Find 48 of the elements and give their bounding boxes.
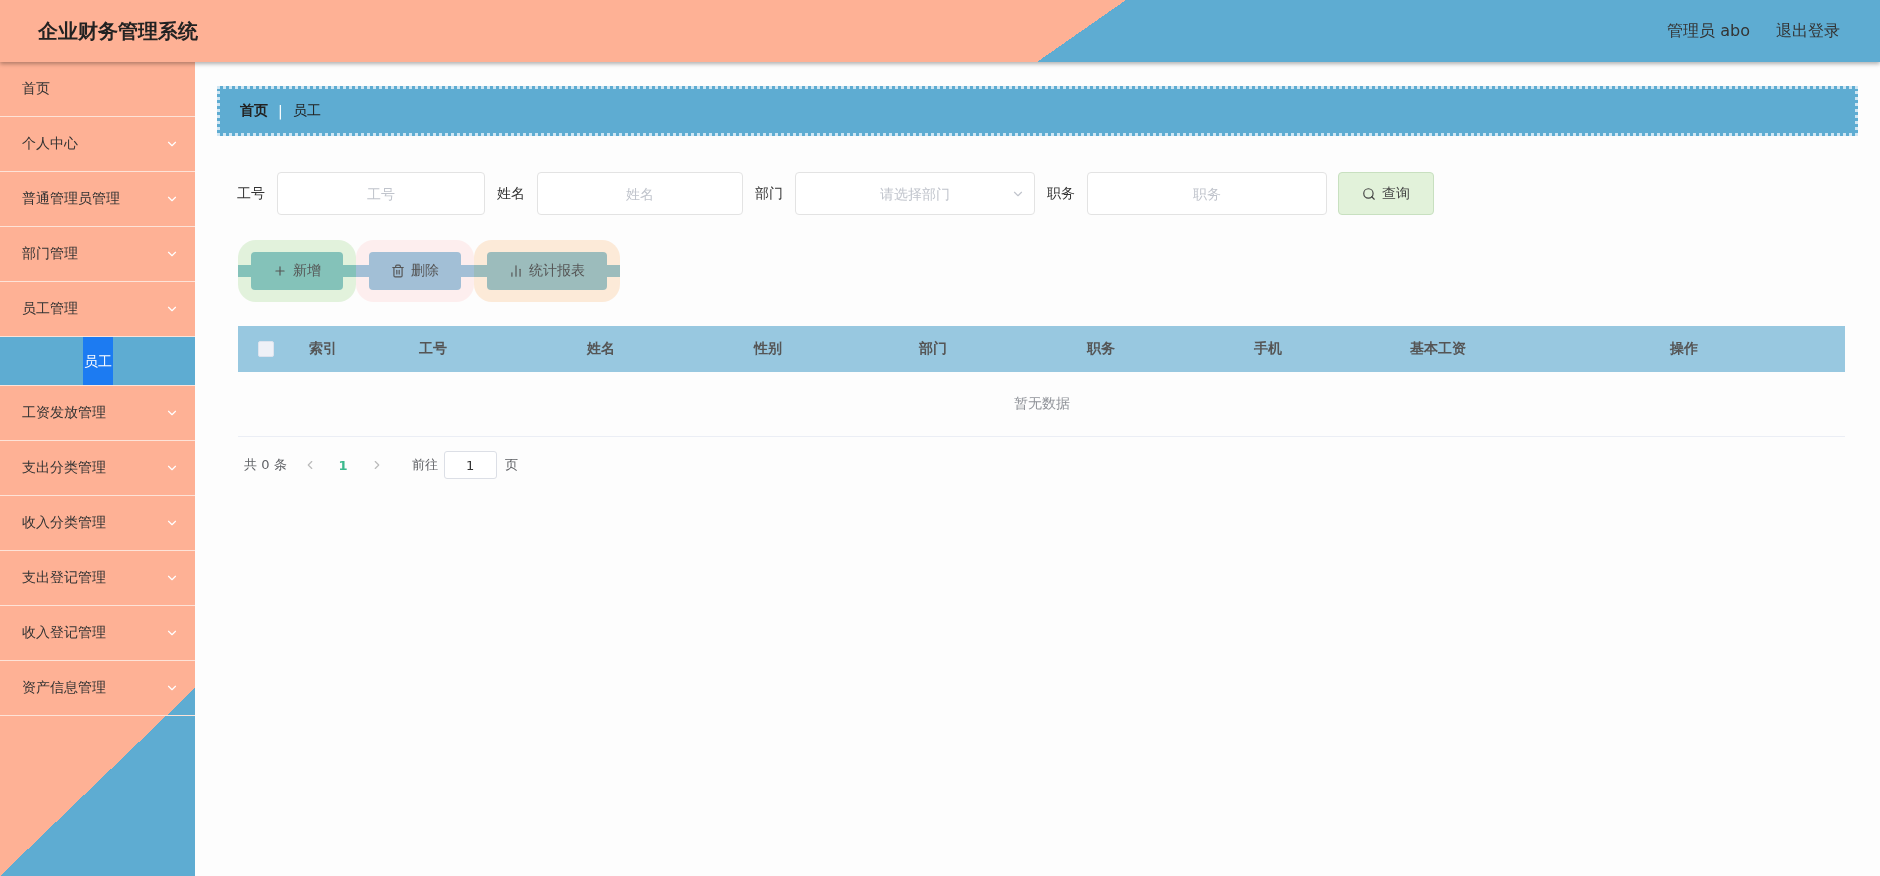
add-button[interactable]: 新增 [251,252,343,290]
column-header: 工号 [418,340,448,358]
field-label: 姓名 [497,184,525,203]
field-label: 部门 [755,184,783,203]
sidebar-item[interactable]: 支出分类管理 [0,441,195,496]
report-button[interactable]: 统计报表 [487,252,607,290]
logout-link[interactable]: 退出登录 [1776,20,1840,42]
trash-icon [391,264,405,278]
column-header: 部门 [918,340,948,358]
department-select[interactable]: 请选择部门 [795,172,1035,215]
page-suffix: 页 [504,456,518,474]
input-field[interactable]: 姓名 [537,172,743,215]
sidebar-item[interactable]: 个人中心 [0,117,195,172]
field-label: 职务 [1047,184,1075,203]
bar-chart-icon [509,264,523,278]
column-header: 操作 [1669,340,1699,358]
plus-icon [273,264,287,278]
column-header: 手机 [1253,340,1283,358]
sidebar-item[interactable]: 收入登记管理 [0,606,195,661]
breadcrumb-separator: | [278,103,283,119]
goto-label: 前往 [411,456,438,474]
total-count: 共 0 条 [244,456,287,474]
column-header: 职务 [1085,340,1116,358]
app-title: 企业财务管理系统 [38,17,198,45]
search-icon [1362,186,1376,201]
breadcrumb-link[interactable]: 员工 [292,102,321,120]
sidebar-item[interactable]: 资产信息管理 [0,661,195,716]
sidebar-item[interactable]: 工资发放管理 [0,386,195,441]
sidebar-item[interactable]: 收入分类管理 [0,496,195,551]
input-field[interactable]: 工号 [277,172,485,215]
submenu-item[interactable]: 员工 [0,337,195,386]
breadcrumb-link[interactable]: 首页 [240,102,268,120]
column-header: 基本工资 [1409,340,1467,358]
user-label: 管理员 abo [1667,20,1750,42]
select-all-checkbox[interactable] [257,341,274,357]
sidebar-item[interactable]: 支出登记管理 [0,551,195,606]
sidebar-item[interactable]: 首页 [0,62,195,117]
delete-button[interactable]: 删除 [369,252,461,290]
page-input[interactable]: 1 [443,451,497,479]
column-header: 索引 [308,340,338,358]
sidebar-item[interactable]: 普通管理员管理 [0,172,195,227]
sidebar-item[interactable]: 部门管理 [0,227,195,282]
column-header: 性别 [752,340,783,358]
field-label: 工号 [237,184,265,203]
input-field[interactable]: 职务 [1087,172,1327,215]
column-header: 姓名 [585,340,616,358]
empty-message: 暂无数据 [1013,395,1070,413]
search-button[interactable]: 查询 [1338,172,1434,215]
